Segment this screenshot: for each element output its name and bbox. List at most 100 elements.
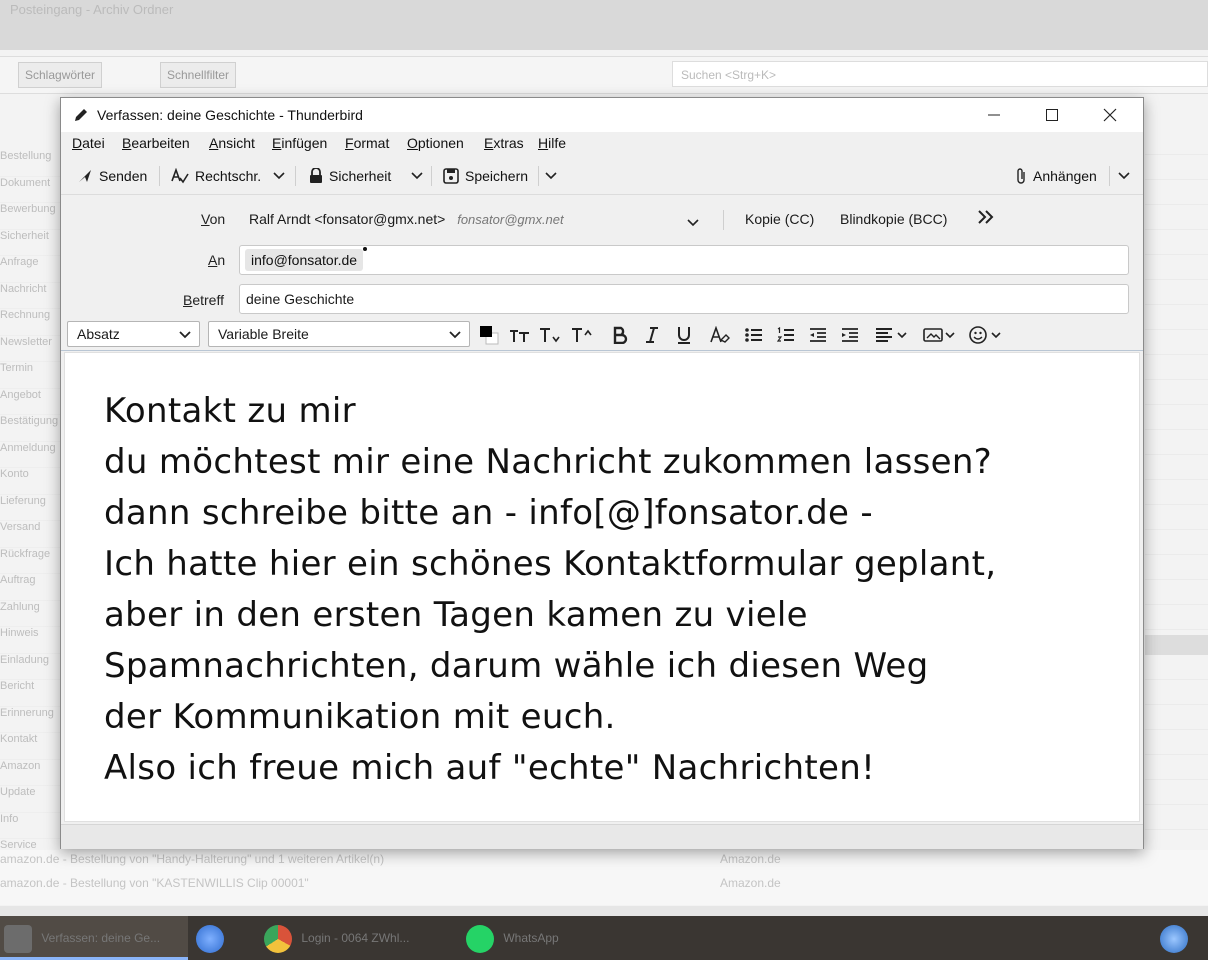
- format-toolbar: Absatz Variable Breite: [61, 320, 1143, 351]
- recipient-status-dot: [363, 247, 368, 251]
- globe-icon: [196, 924, 224, 953]
- chevron-down-icon: [411, 172, 423, 180]
- quick-filter-chip[interactable]: Schnellfilter: [160, 62, 237, 88]
- security-button[interactable]: Sicherheit: [309, 163, 391, 189]
- taskbar-item-browser[interactable]: [196, 916, 242, 960]
- background-list-item: Bewerbung: [0, 203, 62, 230]
- bold-button[interactable]: [607, 324, 633, 346]
- background-list-item: Einladung: [0, 654, 62, 680]
- menu-einfuegen[interactable]: Einfügen: [272, 135, 327, 151]
- spellcheck-button[interactable]: Rechtschr.: [171, 163, 261, 189]
- menu-ansicht[interactable]: Ansicht: [209, 135, 255, 151]
- menu-format[interactable]: Format: [345, 135, 389, 151]
- bcc-button[interactable]: Blindkopie (BCC): [840, 211, 947, 227]
- close-button[interactable]: [1081, 98, 1139, 132]
- taskbar-item-label: Login - 0064 ZWhl...: [301, 931, 410, 945]
- background-list-item: Zahlung: [0, 601, 62, 627]
- outdent-button[interactable]: [805, 324, 831, 346]
- body-line: aber in den ersten Tagen kamen zu viele: [104, 595, 808, 635]
- underline-button[interactable]: [671, 324, 697, 346]
- italic-icon: [646, 327, 658, 343]
- menu-extras[interactable]: Extras: [484, 135, 524, 151]
- smaller-font-button[interactable]: [507, 324, 533, 346]
- chrome-icon: [264, 924, 292, 953]
- underline-icon: [678, 327, 690, 344]
- more-fields-button[interactable]: [977, 210, 995, 229]
- background-row-sender: Amazon.de: [720, 852, 781, 866]
- message-body-editor[interactable]: Kontakt zu mir du möchtest mir eine Nach…: [64, 352, 1140, 822]
- body-line: Also ich freue mich auf "echte" Nachrich…: [104, 748, 875, 788]
- send-button[interactable]: Senden: [77, 163, 147, 189]
- minimize-button[interactable]: [965, 98, 1023, 132]
- paragraph-select[interactable]: Absatz: [67, 321, 200, 347]
- background-message-list: Bestellung Dokument Bewerbung Sicherheit Anf…: [0, 150, 62, 866]
- attach-dropdown[interactable]: [1118, 163, 1136, 189]
- background-list-item: Anfrage: [0, 256, 62, 283]
- font-select[interactable]: Variable Breite: [208, 321, 470, 347]
- taskbar-item-compose[interactable]: Verfassen: deine Ge...: [0, 916, 188, 960]
- bullet-list-button[interactable]: [741, 324, 767, 346]
- security-label: Sicherheit: [329, 168, 392, 184]
- outdent-icon: [810, 328, 826, 342]
- recipient-pill[interactable]: info@fonsator.de: [245, 247, 368, 271]
- taskbar-item-network[interactable]: [1160, 916, 1204, 960]
- background-list-item: Info: [0, 813, 62, 839]
- from-dropdown[interactable]: [687, 214, 699, 232]
- menu-optionen[interactable]: Optionen: [407, 135, 464, 151]
- subject-field[interactable]: deine Geschichte: [239, 284, 1129, 314]
- body-line: Kontakt zu mir: [104, 391, 356, 431]
- spellcheck-dropdown[interactable]: [273, 163, 291, 189]
- text-color-button[interactable]: [475, 324, 503, 346]
- from-select[interactable]: Ralf Arndt <fonsator@gmx.net> fonsator@g…: [249, 211, 564, 227]
- background-list-right: [1145, 130, 1208, 900]
- background-list-item: Newsletter: [0, 336, 62, 362]
- network-icon: [1160, 924, 1188, 953]
- subject-label: Betreff: [183, 292, 224, 308]
- to-field[interactable]: info@fonsator.de: [239, 245, 1129, 275]
- spellcheck-label: Rechtschr.: [195, 168, 262, 184]
- cc-button[interactable]: Kopie (CC): [745, 211, 814, 227]
- background-list-item: Auftrag: [0, 574, 62, 601]
- maximize-button[interactable]: [1023, 98, 1081, 132]
- from-value: Ralf Arndt <fonsator@gmx.net>: [249, 211, 446, 227]
- tags-filter-chip[interactable]: Schlagwörter: [18, 62, 103, 88]
- menu-datei[interactable]: Datei: [72, 135, 105, 151]
- taskbar-item-whatsapp[interactable]: WhatsApp: [460, 916, 626, 960]
- chevron-down-icon: [687, 219, 699, 227]
- background-list-item: Anmeldung: [0, 442, 62, 468]
- close-icon: [1103, 108, 1117, 122]
- menu-hilfe[interactable]: Hilfe: [538, 135, 566, 151]
- color-swatch-icon: [480, 326, 499, 345]
- save-dropdown[interactable]: [545, 163, 563, 189]
- menu-bearbeiten[interactable]: Bearbeiten: [122, 135, 190, 151]
- chevron-down-icon: [545, 172, 557, 180]
- background-list-item: Sicherheit: [0, 230, 62, 256]
- taskbar-item-chrome[interactable]: Login - 0064 ZWhl...: [258, 916, 454, 960]
- font-size-down-icon: [540, 328, 560, 343]
- background-search-input[interactable]: Suchen <Strg+K>: [672, 61, 1208, 87]
- thunderbird-icon: [4, 924, 32, 953]
- bold-icon: [613, 326, 628, 344]
- insert-dropdown[interactable]: [921, 324, 959, 346]
- font-size-reset-icon: [510, 330, 529, 342]
- decrease-font-button[interactable]: [537, 324, 563, 346]
- save-button[interactable]: Speichern: [443, 163, 528, 189]
- remove-formatting-button[interactable]: [707, 324, 733, 346]
- align-dropdown[interactable]: [873, 324, 911, 346]
- emoji-dropdown[interactable]: [967, 324, 1005, 346]
- indent-button[interactable]: [837, 324, 863, 346]
- window-titlebar: Verfassen: deine Geschichte - Thunderbir…: [61, 98, 1143, 132]
- send-icon: [79, 170, 91, 182]
- paperclip-icon: [1017, 168, 1025, 184]
- increase-font-button[interactable]: [569, 324, 595, 346]
- menubar: Datei Bearbeiten Ansicht Einfügen Format…: [61, 132, 1143, 156]
- background-list-item: Bestätigung: [0, 415, 62, 442]
- italic-button[interactable]: [639, 324, 665, 346]
- background-titlebar: Posteingang - Archiv Ordner: [0, 0, 1208, 50]
- background-list-item: Bericht: [0, 680, 62, 707]
- taskbar-item-label: WhatsApp: [503, 931, 559, 945]
- attach-button[interactable]: Anhängen: [1015, 163, 1097, 189]
- numbered-list-button[interactable]: [773, 324, 799, 346]
- security-dropdown[interactable]: [411, 163, 429, 189]
- maximize-icon: [1046, 109, 1058, 121]
